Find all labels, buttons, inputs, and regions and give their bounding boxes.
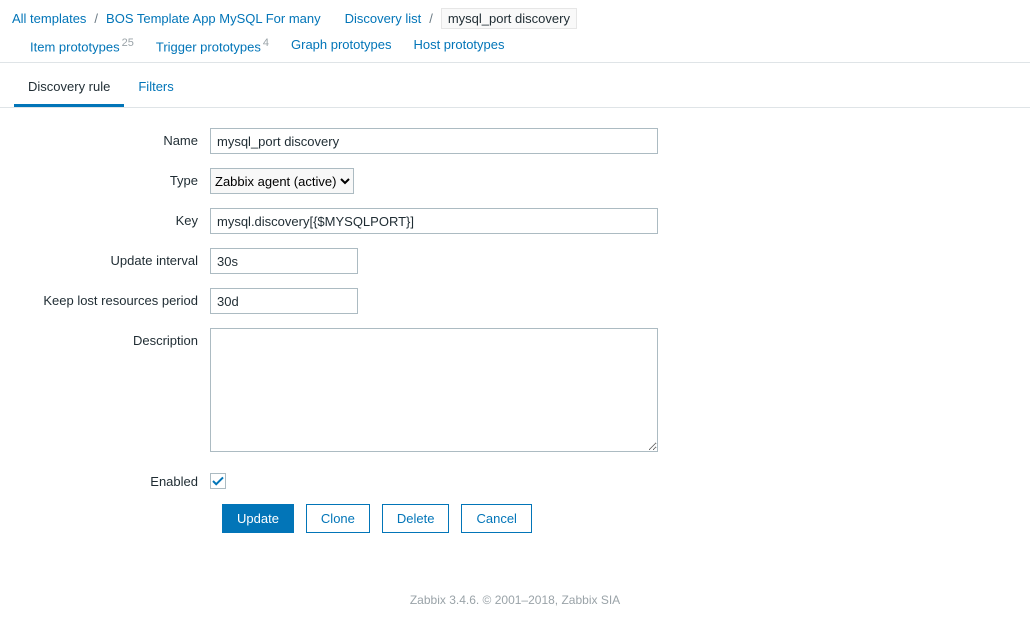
type-select[interactable]: Zabbix agent (active) <box>210 168 354 194</box>
clone-button[interactable]: Clone <box>306 504 370 533</box>
label-description: Description <box>10 328 210 348</box>
check-icon <box>212 475 224 487</box>
label-name: Name <box>10 128 210 148</box>
label-key: Key <box>10 208 210 228</box>
prototype-links: Item prototypes25 Trigger prototypes4 Gr… <box>30 37 505 54</box>
update-interval-input[interactable] <box>210 248 358 274</box>
enabled-checkbox[interactable] <box>210 473 226 489</box>
breadcrumb-sep: / <box>94 11 98 26</box>
tab-bar: Discovery rule Filters <box>0 67 1030 108</box>
link-trigger-prototypes[interactable]: Trigger prototypes4 <box>156 37 269 54</box>
label-type: Type <box>10 168 210 188</box>
link-graph-prototypes[interactable]: Graph prototypes <box>291 37 391 54</box>
link-host-prototypes[interactable]: Host prototypes <box>413 37 504 54</box>
footer-text: Zabbix 3.4.6. © 2001–2018, Zabbix SIA <box>0 563 1030 617</box>
tab-discovery-rule[interactable]: Discovery rule <box>14 67 124 107</box>
label-update-interval: Update interval <box>10 248 210 268</box>
button-row: Update Clone Delete Cancel <box>22 504 1020 533</box>
link-item-prototypes[interactable]: Item prototypes25 <box>30 37 134 54</box>
delete-button[interactable]: Delete <box>382 504 450 533</box>
breadcrumb-bar: All templates / BOS Template App MySQL F… <box>0 0 1030 63</box>
breadcrumb-current: mysql_port discovery <box>441 8 577 29</box>
breadcrumb-all-templates[interactable]: All templates <box>12 11 86 26</box>
description-textarea[interactable] <box>210 328 658 452</box>
breadcrumb-discovery-list[interactable]: Discovery list <box>345 11 422 26</box>
breadcrumb-template-app[interactable]: BOS Template App MySQL For many <box>106 11 321 26</box>
form: Name Type Zabbix agent (active) Key Upda… <box>0 108 1030 563</box>
key-input[interactable] <box>210 208 658 234</box>
cancel-button[interactable]: Cancel <box>461 504 531 533</box>
label-enabled: Enabled <box>10 469 210 489</box>
update-button[interactable]: Update <box>222 504 294 533</box>
tab-filters[interactable]: Filters <box>124 67 187 107</box>
name-input[interactable] <box>210 128 658 154</box>
keep-lost-input[interactable] <box>210 288 358 314</box>
breadcrumb-sep: / <box>429 11 433 26</box>
count-badge: 25 <box>122 37 134 49</box>
label-keep-lost: Keep lost resources period <box>10 288 210 308</box>
count-badge: 4 <box>263 37 269 49</box>
